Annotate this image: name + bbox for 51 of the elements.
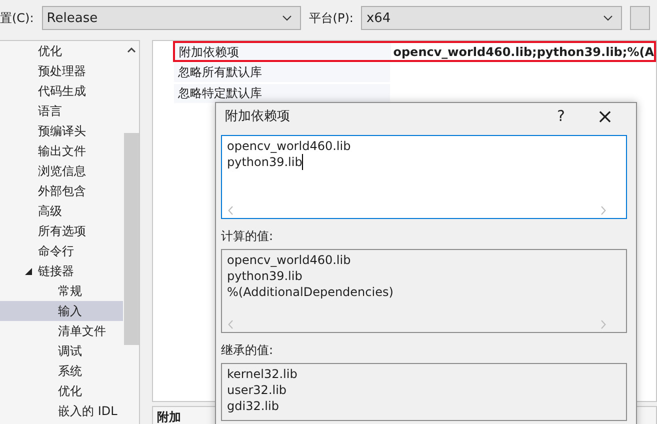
text-line: kernel32.lib	[227, 366, 298, 382]
tree-item[interactable]: 嵌入的 IDL	[0, 401, 124, 421]
expand-triangle-icon[interactable]	[25, 268, 32, 275]
tree-item[interactable]: 常规	[0, 281, 124, 301]
chevron-icon	[282, 15, 292, 21]
edit-field[interactable]: opencv_world460.lib python39.lib	[221, 135, 627, 219]
text-line: opencv_world460.lib	[227, 252, 352, 268]
platform-dropdown[interactable]: x64	[361, 6, 622, 30]
tree-item[interactable]: 浏览信息	[0, 161, 124, 181]
tree-item[interactable]: 输入	[0, 301, 124, 321]
scroll-up-icon[interactable]	[126, 47, 136, 53]
text-line: python39.lib	[227, 268, 304, 284]
text-line: gdi32.lib	[227, 398, 280, 414]
text-line: %(AdditionalDependencies)	[227, 284, 394, 300]
tree-item[interactable]: 语言	[0, 101, 124, 121]
tree-item[interactable]: 外部包含	[0, 181, 124, 201]
property-value[interactable]: opencv_world460.lib;python39.lib;%(A	[391, 44, 654, 58]
tree-item[interactable]: 预处理器	[0, 61, 124, 81]
property-name[interactable]: 附加依赖项	[175, 43, 392, 60]
scroll-left-icon[interactable]	[228, 320, 233, 329]
property-name[interactable]: 忽略特定默认库	[174, 84, 390, 103]
help-button[interactable]: ?	[539, 107, 583, 125]
config-dropdown[interactable]: Release	[42, 6, 301, 30]
tree-item[interactable]: 预编译头	[0, 121, 124, 141]
tree-item[interactable]: 系统	[0, 361, 124, 381]
tree-item[interactable]: 所有选项	[0, 221, 124, 241]
computed-label: 计算的值:	[221, 229, 274, 243]
tree-item[interactable]: 高级	[0, 201, 124, 221]
scroll-left-icon[interactable]	[228, 206, 233, 215]
close-button[interactable]: ×	[583, 104, 627, 128]
tree-item[interactable]: 命令行	[0, 241, 124, 261]
button[interactable]	[630, 6, 650, 30]
inherited-label: 继承的值:	[221, 343, 274, 357]
scroll-right-icon[interactable]	[601, 206, 606, 215]
platform-label: 平台(P):	[308, 10, 354, 26]
text-line: python39.lib	[227, 154, 304, 170]
tree-item[interactable]: 优化	[0, 381, 124, 401]
tree-item[interactable]: 链接器	[0, 261, 124, 281]
tree-item[interactable]: 输出文件	[0, 141, 124, 161]
tree-item[interactable]: 调试	[0, 341, 124, 361]
text-line: opencv_world460.lib	[227, 138, 352, 154]
tree-item[interactable]: 清单文件	[0, 321, 124, 341]
dialog-title: 附加依赖项	[225, 108, 291, 125]
config-label: 置(C):	[0, 10, 34, 26]
tree-item[interactable]: 代码生成	[0, 81, 124, 101]
property-name[interactable]: 忽略所有默认库	[174, 63, 390, 82]
text-line: user32.lib	[227, 382, 288, 398]
scroll-right-icon[interactable]	[601, 320, 606, 329]
description-title: 附加	[157, 410, 182, 424]
chevron-icon	[603, 15, 614, 21]
tree-item[interactable]: 优化	[0, 41, 124, 61]
